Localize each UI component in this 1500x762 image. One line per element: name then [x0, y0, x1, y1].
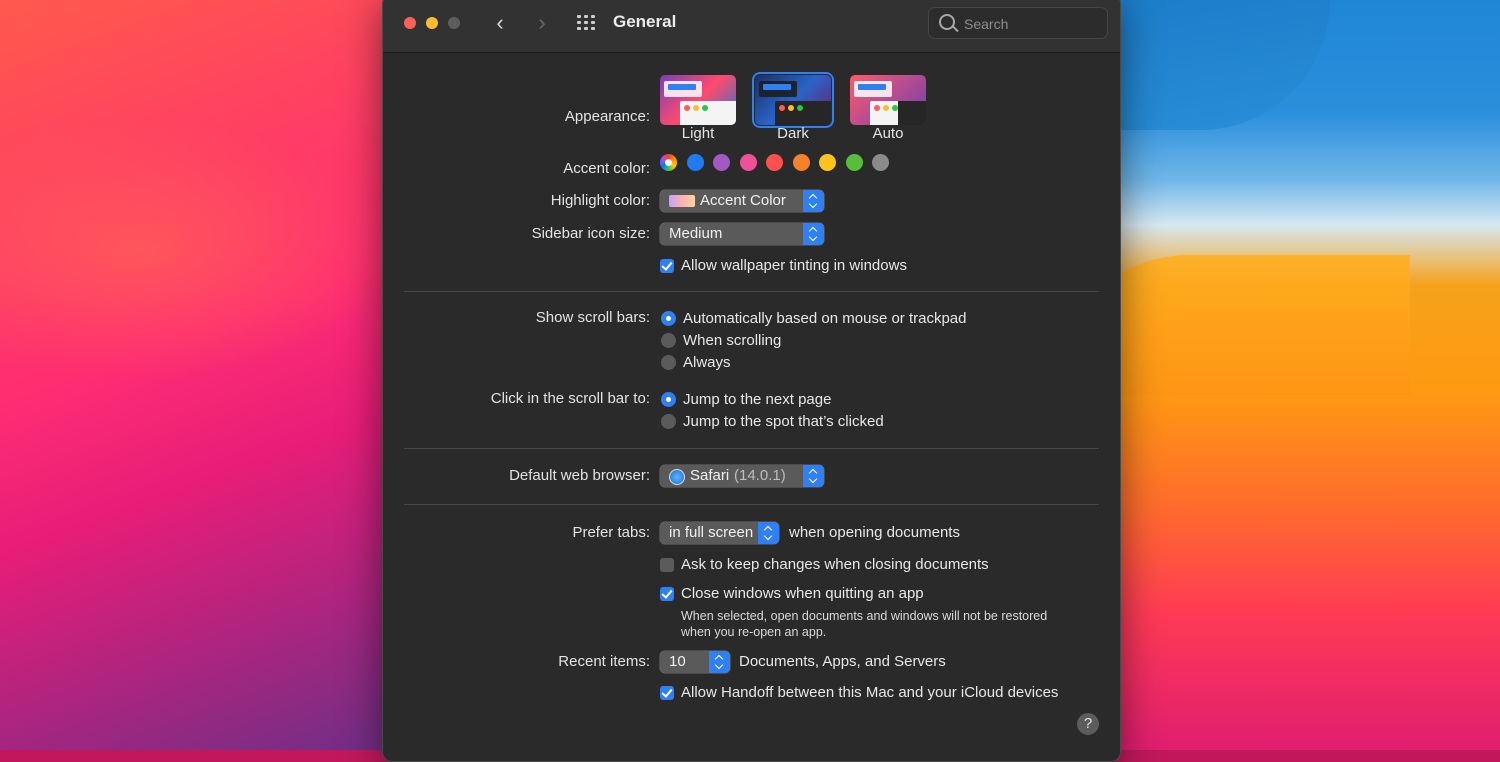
show-all-grid-icon[interactable] [577, 15, 597, 31]
close-windows-note-line2: when you re-open an app. [681, 625, 827, 639]
browser-version: (14.0.1) [734, 467, 786, 484]
appearance-dark-label: Dark [777, 125, 809, 142]
separator [404, 291, 1099, 292]
accent-swatch-pink[interactable] [740, 154, 757, 171]
recent-items-label: Recent items: [558, 653, 650, 670]
search-icon [939, 14, 955, 30]
appearance-auto-thumbnail[interactable] [850, 75, 926, 125]
window-title: General [613, 12, 677, 31]
minimize-window-button[interactable] [426, 17, 438, 29]
highlight-color-label: Highlight color: [550, 192, 650, 209]
recent-items-popup[interactable]: 10 [660, 651, 730, 673]
appearance-light-label: Light [681, 125, 715, 142]
default-browser-popup[interactable]: Safari (14.0.1) [660, 465, 824, 487]
separator [404, 448, 1099, 449]
appearance-auto-label: Auto [872, 125, 904, 142]
popup-arrows-icon [758, 522, 779, 544]
wallpaper-tinting-checkbox[interactable] [660, 259, 674, 273]
accent-swatch-blue[interactable] [687, 154, 704, 171]
scroll-bars-auto-label: Automatically based on mouse or trackpad [683, 310, 967, 327]
ask-keep-changes-checkbox[interactable] [660, 558, 674, 572]
preferences-window: ‹ › General Appearance: [382, 0, 1121, 762]
highlight-color-popup[interactable]: Accent Color [660, 190, 824, 212]
close-windows-label: Close windows when quitting an app [681, 585, 924, 602]
click-spot-radio[interactable] [661, 414, 676, 429]
zoom-window-button [448, 17, 460, 29]
handoff-checkbox[interactable] [660, 686, 674, 700]
sidebar-icon-size-label: Sidebar icon size: [531, 225, 650, 242]
accent-color-label: Accent color: [563, 160, 650, 177]
sidebar-icon-size-value: Medium [669, 225, 723, 242]
click-scroll-bar-label: Click in the scroll bar to: [490, 390, 650, 407]
desktop-wallpaper-left [0, 0, 400, 750]
titlebar: ‹ › General [383, 0, 1120, 53]
safari-icon [669, 469, 685, 485]
desktop-wallpaper-right [1030, 0, 1500, 750]
ask-keep-changes-label: Ask to keep changes when closing documen… [681, 556, 989, 573]
accent-swatch-graphite[interactable] [872, 154, 889, 171]
scroll-bars-when-scrolling-label: When scrolling [683, 332, 782, 349]
scroll-bars-auto-radio[interactable] [661, 311, 676, 326]
appearance-label: Appearance: [564, 108, 650, 125]
prefer-tabs-value: in full screen [669, 524, 754, 541]
accent-swatch-red[interactable] [766, 154, 783, 171]
popup-arrows-icon [803, 223, 824, 245]
show-scroll-bars-label: Show scroll bars: [535, 309, 650, 326]
highlight-swatch-icon [669, 195, 695, 207]
default-browser-label: Default web browser: [509, 467, 650, 484]
close-windows-checkbox[interactable] [660, 587, 674, 601]
accent-swatch-purple[interactable] [713, 154, 730, 171]
accent-swatch-green[interactable] [846, 154, 863, 171]
appearance-dark-thumbnail[interactable] [752, 72, 834, 128]
scroll-bars-when-scrolling-radio[interactable] [661, 333, 676, 348]
scroll-bars-always-label: Always [683, 354, 731, 371]
sidebar-icon-size-popup[interactable]: Medium [660, 223, 824, 245]
separator [404, 504, 1099, 505]
appearance-light-thumbnail[interactable] [660, 75, 736, 125]
prefer-tabs-popup[interactable]: in full screen [660, 522, 779, 544]
recent-items-value: 10 [669, 653, 686, 670]
popup-arrows-icon [803, 190, 824, 212]
accent-swatch-yellow[interactable] [819, 154, 836, 171]
popup-arrows-icon [803, 465, 824, 487]
popup-arrows-icon [709, 651, 730, 673]
recent-items-suffix: Documents, Apps, and Servers [739, 653, 946, 670]
search-field[interactable] [928, 7, 1108, 39]
click-spot-label: Jump to the spot that’s clicked [683, 413, 884, 430]
search-input[interactable] [962, 13, 1096, 35]
highlight-color-value: Accent Color [700, 192, 786, 209]
prefer-tabs-suffix: when opening documents [789, 524, 960, 541]
browser-name: Safari [690, 467, 730, 484]
close-window-button[interactable] [404, 17, 416, 29]
click-next-page-label: Jump to the next page [683, 391, 832, 408]
forward-icon[interactable]: › [529, 9, 555, 37]
help-button[interactable]: ? [1077, 713, 1099, 735]
close-windows-note-line1: When selected, open documents and window… [681, 609, 1048, 623]
accent-swatch-orange[interactable] [793, 154, 810, 171]
click-next-page-radio[interactable] [661, 392, 676, 407]
prefer-tabs-label: Prefer tabs: [572, 524, 650, 541]
handoff-label: Allow Handoff between this Mac and your … [681, 684, 1059, 701]
back-icon[interactable]: ‹ [487, 9, 513, 37]
wallpaper-tinting-label: Allow wallpaper tinting in windows [681, 257, 907, 274]
accent-swatch-multicolor[interactable] [660, 154, 677, 171]
scroll-bars-always-radio[interactable] [661, 355, 676, 370]
